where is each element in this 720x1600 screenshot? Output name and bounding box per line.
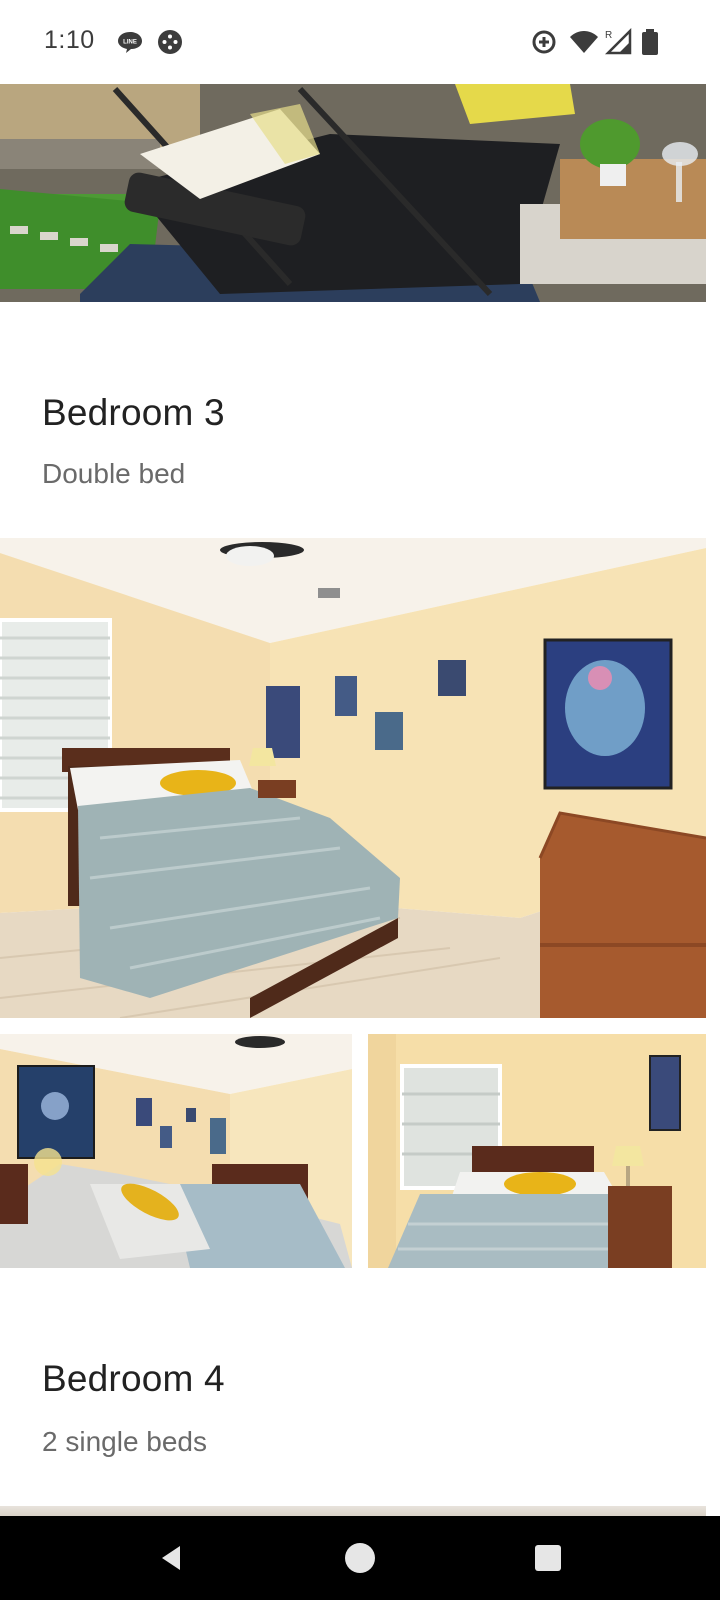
back-button[interactable]	[154, 1540, 190, 1576]
bedroom-3-photo-3-illustration	[368, 1034, 706, 1268]
wifi-icon	[568, 28, 600, 56]
bedroom-3-main-photo[interactable]	[0, 538, 706, 1018]
patio-photo[interactable]	[0, 84, 706, 302]
home-button[interactable]	[342, 1540, 378, 1576]
bedroom-3-main-illustration	[0, 538, 706, 1018]
section-title-bedroom-3: Bedroom 3	[42, 392, 225, 433]
bedroom-3-photo-2-illustration	[0, 1034, 352, 1268]
status-time: 1:10	[44, 26, 95, 54]
recents-icon	[535, 1545, 561, 1571]
signal-icon: R	[604, 27, 632, 56]
back-icon	[162, 1546, 180, 1570]
line-badge-text: LINE	[123, 40, 137, 46]
home-icon	[345, 1543, 375, 1573]
section-title-bedroom-4: Bedroom 4	[42, 1358, 225, 1399]
navigation-bar	[0, 1516, 720, 1600]
game-icon	[156, 28, 184, 56]
line-icon: LINE	[116, 28, 144, 56]
bedroom-3-photo-3[interactable]	[368, 1034, 706, 1268]
battery-icon	[640, 28, 660, 56]
sync-icon	[530, 28, 558, 56]
status-bar: 1:10 LINE R	[0, 0, 720, 84]
bedroom-4-photo-peek[interactable]	[0, 1506, 706, 1516]
patio-photo-illustration	[0, 84, 706, 302]
roaming-label: R	[605, 30, 612, 41]
recents-button[interactable]	[530, 1540, 566, 1576]
section-subtitle-bedroom-4: 2 single beds	[42, 1426, 208, 1457]
section-subtitle-bedroom-3: Double bed	[42, 458, 186, 489]
bedroom-3-photo-2[interactable]	[0, 1034, 352, 1268]
